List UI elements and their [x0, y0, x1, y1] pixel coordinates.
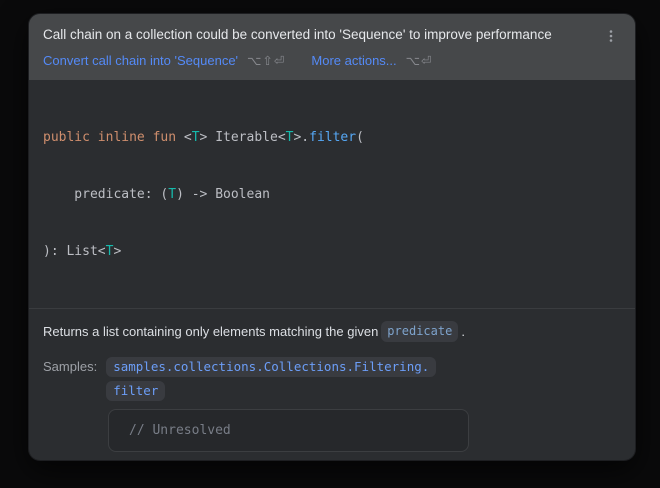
sample-link-filter[interactable]: filter [106, 381, 165, 401]
inspection-header: Call chain on a collection could be conv… [29, 14, 635, 80]
code-token: > [113, 244, 121, 259]
documentation-body: Returns a list containing only elements … [29, 309, 635, 461]
code-token: T [192, 130, 200, 145]
inspection-title: Call chain on a collection could be conv… [43, 26, 601, 43]
code-line: ): List<T> [43, 242, 621, 261]
code-token: ) -> Boolean [176, 187, 270, 202]
doc-description: Returns a list containing only elements … [43, 321, 621, 342]
more-actions-link[interactable]: More actions... [311, 53, 396, 68]
sample-code-preview: // Unresolved [108, 409, 469, 452]
code-token: < [184, 130, 192, 145]
samples-label: Samples: [43, 357, 97, 401]
code-token: ): List< [43, 244, 106, 259]
kebab-menu-icon [603, 28, 619, 44]
doc-text: Returns a list containing only elements … [43, 324, 378, 339]
function-signature: public inline fun <T> Iterable<T>.filter… [29, 80, 635, 309]
unresolved-comment: // Unresolved [129, 423, 231, 438]
quick-fix-shortcut: ⌥⇧⏎ [247, 53, 285, 68]
samples-section: Samples: samples.collections.Collections… [43, 357, 621, 401]
code-token: public inline fun [43, 130, 184, 145]
doc-text-period: . [461, 324, 465, 339]
more-actions-shortcut: ⌥⏎ [406, 53, 433, 68]
code-token: > Iterable< [200, 130, 286, 145]
code-token: ( [356, 130, 364, 145]
code-token: predicate: ( [43, 187, 168, 202]
inline-code-predicate: predicate [381, 321, 458, 342]
code-token: filter [309, 130, 356, 145]
quick-fix-link[interactable]: Convert call chain into 'Sequence' [43, 53, 238, 68]
code-token: T [168, 187, 176, 202]
documentation-popup: Call chain on a collection could be conv… [28, 13, 636, 461]
code-token: >. [293, 130, 309, 145]
sample-link-filtering[interactable]: samples.collections.Collections.Filterin… [106, 357, 436, 377]
code-line: predicate: (T) -> Boolean [43, 185, 621, 204]
header-more-menu-button[interactable] [601, 26, 621, 46]
code-line: public inline fun <T> Iterable<T>.filter… [43, 128, 621, 147]
